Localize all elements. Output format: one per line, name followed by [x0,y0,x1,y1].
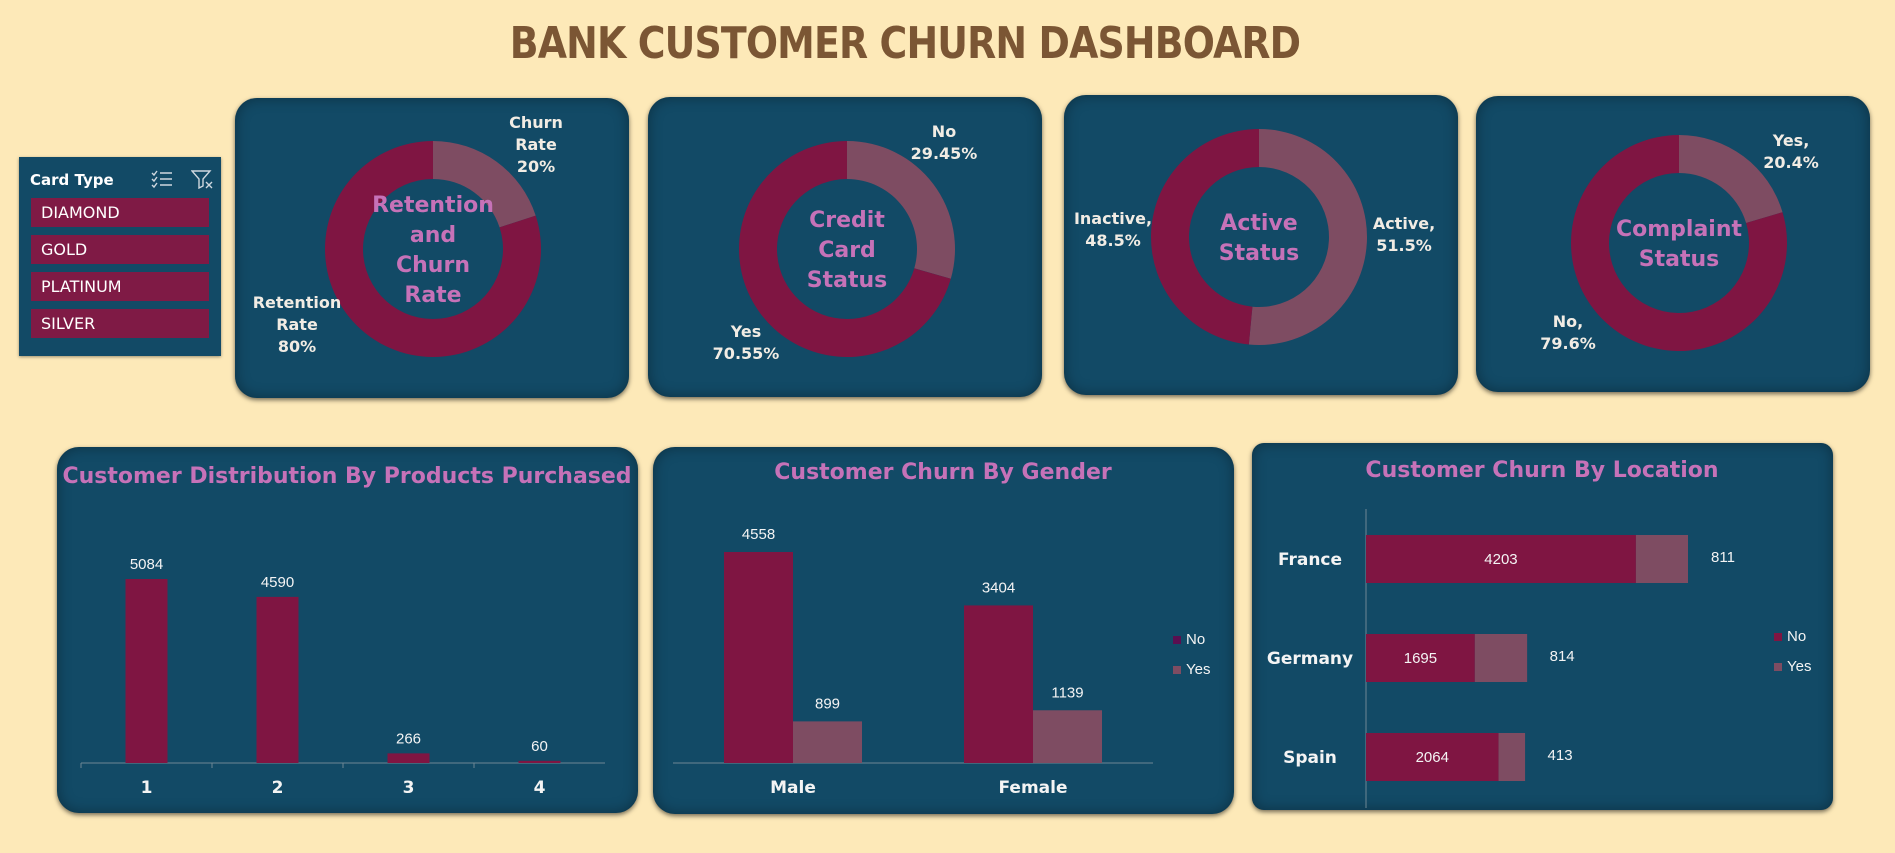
bar-value-label: 2064 [1416,749,1449,766]
bar-value-label: 413 [1548,747,1573,764]
location-bar-chart: Customer Churn By Location 4203 811 France 1… [1267,458,1811,808]
gender-bar-chart: Customer Churn By Gender 4558 899 Male 3404 1… [673,460,1210,798]
slicer-item-diamond[interactable]: DIAMOND [31,198,209,227]
bar-yes [1474,634,1528,682]
legend-swatch-no [1774,633,1782,641]
bar [256,596,299,763]
credit-card-donut-chart: No 29.45% Yes 70.55% Credit Card Status [713,122,978,363]
location-panel: Customer Churn By Location 4203 811 France 1… [1252,443,1833,810]
bar-value-label: 811 [1711,549,1735,566]
bar-value-label: 5084 [130,556,163,573]
slicer-title: Card Type [30,171,114,189]
retention-churn-panel: Churn Rate 20% Retention Rate 80% Retention and… [235,98,629,398]
multi-select-icon[interactable] [151,169,173,189]
donut-data-label: Churn Rate 20% [509,113,563,176]
bar-value-label: 899 [815,695,840,712]
donut-center-title: Complaint Status [1616,217,1743,272]
donut-data-label: Inactive, 48.5% [1074,209,1152,250]
x-tick-label: 3 [403,778,415,798]
slicer-item-platinum[interactable]: PLATINUM [31,272,209,301]
complaint-status-panel: Yes, 20.4% No, 79.6% Complaint Status [1476,96,1870,392]
donut-data-label: Active, 51.5% [1373,214,1435,255]
complaint-status-donut-chart: Yes, 20.4% No, 79.6% Complaint Status [1540,131,1819,353]
x-tick-label: 4 [534,778,546,798]
x-tick-label: 1 [141,778,153,798]
bar-yes [1635,535,1688,583]
x-tick-label: 2 [272,778,284,798]
y-tick-label: France [1278,550,1342,570]
legend-swatch-yes [1774,663,1782,671]
chart-title: Customer Distribution By Products Purcha… [62,464,631,489]
bar [518,760,561,763]
bar-yes [1033,710,1102,763]
bar-value-label: 60 [531,738,548,755]
active-status-panel: Active, 51.5% Inactive, 48.5% Active Status [1064,95,1458,395]
x-tick-label: Female [999,778,1068,798]
donut-data-label: Yes 70.55% [713,322,780,363]
legend-label: No [1787,628,1806,645]
retention-churn-donut-chart: Churn Rate 20% Retention Rate 80% Retention and… [253,113,563,357]
slicer-item-gold[interactable]: GOLD [31,235,209,264]
bar-yes [1498,733,1526,781]
bar-value-label: 1139 [1051,684,1083,701]
dashboard-title: BANK CUSTOMER CHURN DASHBOARD [509,18,1301,69]
products-panel: Customer Distribution By Products Purcha… [57,447,638,813]
donut-slice-yes [1679,135,1783,224]
donut-data-label: No 29.45% [911,122,978,163]
bar-yes [793,721,862,763]
bar [387,753,430,763]
donut-center-title: Credit Card Status [807,208,887,293]
products-bar-chart: Customer Distribution By Products Purcha… [62,464,631,798]
bar-value-label: 4590 [261,574,294,591]
gender-panel: Customer Churn By Gender 4558 899 Male 3404 1… [653,447,1234,814]
chart-title: Customer Churn By Location [1365,458,1718,483]
credit-card-panel: No 29.45% Yes 70.55% Credit Card Status [648,97,1042,397]
donut-data-label: Retention Rate 80% [253,293,342,356]
donut-center-title: Retention and Churn Rate [372,193,494,308]
y-tick-label: Spain [1283,748,1337,768]
bar-value-label: 3404 [982,579,1015,596]
donut-center-title: Active Status [1219,211,1299,266]
legend-swatch-no [1173,636,1181,644]
y-tick-label: Germany [1267,649,1353,669]
slicer-item-silver[interactable]: SILVER [31,309,209,338]
active-status-donut-chart: Active, 51.5% Inactive, 48.5% Active Status [1074,129,1435,346]
bar-no [964,605,1033,763]
bar-no [724,552,793,763]
legend-label: No [1186,631,1205,648]
donut-slice-inactive [1151,129,1259,345]
donut-data-label: No, 79.6% [1540,312,1596,353]
card-type-slicer: Card Type DIAMOND GOLD PLATINUM SILVER [19,157,221,356]
slicer-header: Card Type [30,165,213,195]
donut-data-label: Yes, 20.4% [1763,131,1819,172]
x-tick-label: Male [770,778,816,798]
legend-label: Yes [1787,658,1811,675]
donut-slice-active [1248,129,1367,346]
bar-value-label: 4203 [1484,551,1517,568]
legend-label: Yes [1186,661,1210,678]
bar-value-label: 1695 [1404,650,1437,667]
legend-swatch-yes [1173,666,1181,674]
bar-value-label: 4558 [742,526,775,543]
clear-filter-icon[interactable] [191,169,213,189]
bar [125,579,168,763]
bar-value-label: 266 [396,730,421,747]
bar-value-label: 814 [1550,648,1575,665]
chart-title: Customer Churn By Gender [774,460,1112,485]
